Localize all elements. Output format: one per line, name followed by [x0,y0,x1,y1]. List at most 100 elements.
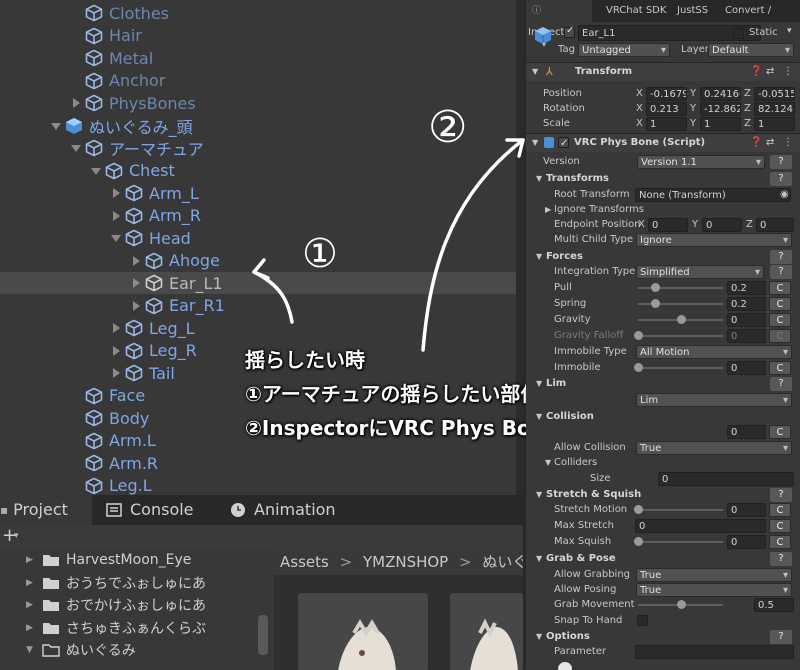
folder-expand-down-icon[interactable]: ▼ [26,645,42,655]
max-stretch-curve-button[interactable]: C [769,519,791,533]
layer-dropdown[interactable]: Default [708,43,794,57]
physbone-help-icon[interactable]: ❓ [750,134,762,152]
endpoint-x-field[interactable]: 0 [648,218,688,232]
snap-to-hand-checkbox[interactable] [637,615,648,626]
options-help-button[interactable]: ? [770,630,792,644]
expand-right-arrow-icon[interactable] [110,367,122,379]
stretch-help-button[interactable]: ? [770,488,792,502]
hierarchy-item[interactable]: Hair [0,25,516,47]
folder-expand-right-icon[interactable]: ▶ [26,623,42,633]
project-folder-item[interactable]: ▶ おでかけふぉしゅにあ [26,594,206,616]
expand-right-arrow-icon[interactable] [130,300,142,312]
max-squish-slider-track[interactable] [638,541,723,543]
endpoint-z-field[interactable]: 0 [756,218,794,232]
project-folder-item[interactable]: ▶ おうちでふぉしゅにあ [26,572,206,594]
transform-scale-z-field[interactable]: 1 [754,117,795,131]
immobile-slider-handle[interactable] [634,363,643,372]
tab-console[interactable]: Console [100,495,220,525]
expand-right-arrow-icon[interactable] [70,97,82,109]
project-folder-item[interactable]: ▶ HarvestMoon_Eye [26,549,191,571]
tab-project[interactable]: ▪ Project [0,495,92,525]
grab-foldout-icon[interactable]: ▼ [536,551,542,567]
spring-slider-handle[interactable] [651,299,660,308]
spring-field[interactable]: 0.2 [727,297,766,311]
limits-foldout-icon[interactable]: ▼ [536,376,542,392]
hierarchy-item[interactable]: Clothes [0,2,516,24]
endpoint-y-field[interactable]: 0 [702,218,742,232]
colliders-foldout-icon[interactable]: ▼ [545,455,551,471]
hierarchy-item[interactable]: Anchor [0,70,516,92]
limit-type-dropdown[interactable]: Lim [636,393,792,407]
expand-right-arrow-icon[interactable] [130,277,142,289]
stretch-foldout-icon[interactable]: ▼ [536,487,542,503]
project-folder-item[interactable]: ▼ ぬいぐるみ [26,639,136,661]
expand-down-arrow-icon[interactable] [110,232,122,244]
parameter-field[interactable] [635,645,794,659]
gravity-field[interactable]: 0 [727,313,766,327]
breadcrumb-assets[interactable]: Assets [280,553,329,571]
stretch-motion-slider-track[interactable] [638,509,723,511]
multi-child-type-dropdown[interactable]: Ignore [636,233,792,247]
grab-help-button[interactable]: ? [770,552,792,566]
asset-thumbnail-1[interactable] [298,593,428,670]
hierarchy-item[interactable]: Arm.R [0,452,516,474]
allow-grabbing-dropdown[interactable]: True [636,568,792,582]
tab-convert[interactable]: Convert / [725,0,771,22]
radius-curve-button[interactable]: C [769,425,791,439]
integration-type-dropdown[interactable]: Simplified [636,265,764,279]
transform-rotation-z-field[interactable]: 82.124 [754,102,795,116]
pull-curve-button[interactable]: C [769,281,791,295]
forces-help-button[interactable]: ? [770,250,792,264]
transform-preset-icon[interactable]: ⇄ [766,63,774,81]
static-checkbox[interactable] [733,28,744,39]
physbone-enabled-checkbox[interactable]: ✓ [558,137,569,149]
stretch-motion-slider-handle[interactable] [634,505,643,514]
ignore-transforms-foldout-icon[interactable]: ▶ [545,202,551,218]
root-transform-field[interactable]: None (Transform) [635,188,791,202]
hierarchy-item[interactable]: Metal [0,47,516,69]
transform-scale-x-field[interactable]: 1 [646,117,687,131]
breadcrumb-nuigu[interactable]: ぬいぐ [482,553,523,571]
expand-right-arrow-icon[interactable] [110,210,122,222]
physbone-header[interactable]: ▼ ✓ VRC Phys Bone (Script) ❓ ⇄ ⋮ [526,133,800,152]
expand-down-arrow-icon[interactable] [90,165,102,177]
immobile-curve-button[interactable]: C [769,361,791,375]
object-picker-icon[interactable]: ◉ [780,187,789,203]
forces-foldout-icon[interactable]: ▼ [536,249,542,265]
expand-right-arrow-icon[interactable] [110,187,122,199]
immobile-slider-track[interactable] [638,367,723,369]
project-folder-item[interactable]: ▶ さちゅきふぁんくらぶ [26,617,206,639]
folder-expand-right-icon[interactable]: ▶ [26,578,42,588]
transform-help-icon[interactable]: ❓ [750,63,762,81]
transform-header[interactable]: ▼ ⅄ Transform ❓ ⇄ ⋮ [526,62,800,81]
transform-rotation-y-field[interactable]: -12.862 [700,102,741,116]
allow-posing-dropdown[interactable]: True [636,583,792,597]
breadcrumb-ymznshop[interactable]: YMZNSHOP [363,553,448,571]
allow-collision-dropdown[interactable]: True [636,441,792,455]
stretch-motion-field[interactable]: 0 [727,503,766,517]
max-squish-slider-handle[interactable] [634,537,643,546]
pull-slider-handle[interactable] [651,283,660,292]
stretch-motion-curve-button[interactable]: C [769,503,791,517]
immobile-field[interactable]: 0 [727,361,766,375]
static-dropdown-icon[interactable]: ▾ [787,26,792,36]
add-dropdown-icon[interactable]: ▾ [14,531,19,541]
tab-animation[interactable]: Animation [228,495,358,525]
immobile-type-dropdown[interactable]: All Motion [636,345,792,359]
active-checkbox[interactable]: ✓ [564,25,575,38]
physbone-menu-icon[interactable]: ⋮ [783,134,793,152]
max-squish-field[interactable]: 0 [727,535,766,549]
transforms-help-button[interactable]: ? [770,172,792,186]
limits-help-button[interactable]: ? [770,377,792,391]
gravity-falloff-slider-handle[interactable] [634,331,643,340]
physbone-preset-icon[interactable]: ⇄ [766,134,774,152]
transform-position-z-field[interactable]: -0.0515 [754,87,795,101]
colliders-size-field[interactable]: 0 [658,472,794,486]
tab-inspector[interactable]: ⓘ Inspector [526,0,592,38]
gravity-curve-button[interactable]: C [769,313,791,327]
folder-expand-right-icon[interactable]: ▶ [26,600,42,610]
grab-movement-slider-handle[interactable] [676,600,686,609]
transform-position-x-field[interactable]: -0.1679 [646,87,687,101]
spring-curve-button[interactable]: C [769,297,791,311]
gravity-slider-handle[interactable] [676,315,686,324]
